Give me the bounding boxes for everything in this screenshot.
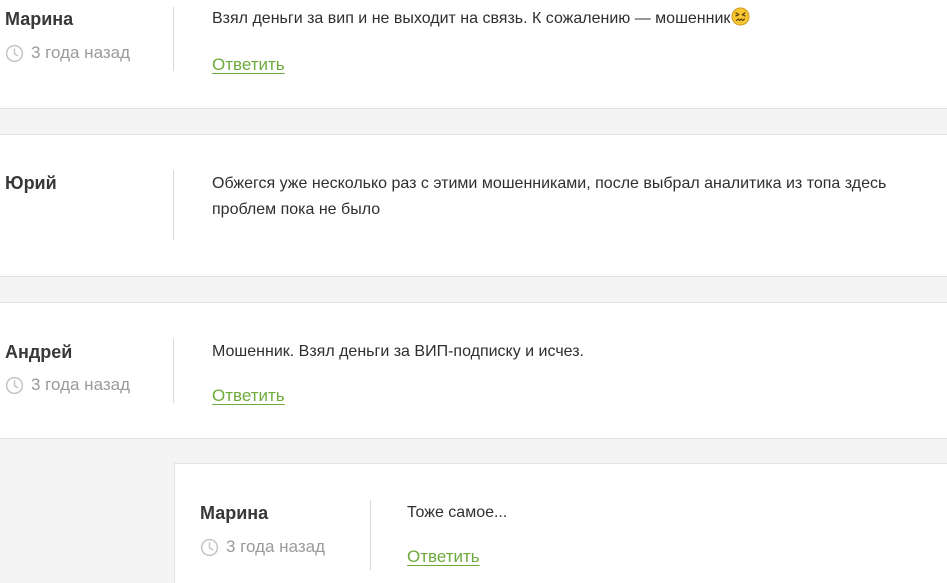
comment-author: Юрий (5, 173, 57, 193)
comment-text: Тоже самое... (407, 500, 507, 526)
clock-icon (5, 44, 24, 62)
comment-text-line: Взял деньги за вип и не выходит на связь… (212, 10, 731, 27)
comment-author: Марина (200, 503, 269, 523)
comment-text-line: Мошенник. Взял деньги за ВИП-подписку и … (212, 343, 584, 360)
clock-icon (5, 376, 24, 394)
comment-time: 3 года назад (200, 537, 325, 557)
comment-divider (370, 500, 371, 570)
clock-icon (200, 538, 219, 556)
reply-link[interactable]: Ответить (407, 546, 480, 568)
reply-comment-card: Марина 3 года назад Тоже самое... Ответи… (174, 463, 947, 583)
comment-time: 3 года назад (5, 375, 130, 395)
comment-card: Юрий Обжегся уже несколько раз с этими м… (0, 134, 947, 277)
comment-text: Взял деньги за вип и не выходит на связь… (212, 6, 750, 32)
comment-divider (173, 7, 174, 71)
reply-link[interactable]: Ответить (212, 385, 285, 407)
comment-author: Марина (5, 9, 74, 29)
comment-author: Андрей (5, 342, 73, 362)
comment-text-line: проблем пока не было (212, 201, 381, 218)
confounded-face-emoji-icon (731, 7, 750, 26)
comment-time: 3 года назад (5, 43, 130, 63)
comment-text: Мошенник. Взял деньги за ВИП-подписку и … (212, 339, 584, 365)
comment-text: Обжегся уже несколько раз с этими мошенн… (212, 171, 886, 223)
comment-card: Андрей 3 года назад Мошенник. Взял деньг… (0, 302, 947, 439)
comment-time-label: 3 года назад (31, 43, 131, 62)
comment-time-label: 3 года назад (226, 537, 326, 556)
comment-card: Марина 3 года назад Взял деньги за вип и… (0, 0, 947, 109)
comment-text-line: Обжегся уже несколько раз с этими мошенн… (212, 175, 887, 192)
comment-text-line: Тоже самое... (407, 504, 508, 521)
comment-divider (173, 170, 174, 240)
comment-divider (173, 339, 174, 403)
comment-time-label: 3 года назад (31, 375, 131, 394)
reply-link[interactable]: Ответить (212, 54, 285, 76)
